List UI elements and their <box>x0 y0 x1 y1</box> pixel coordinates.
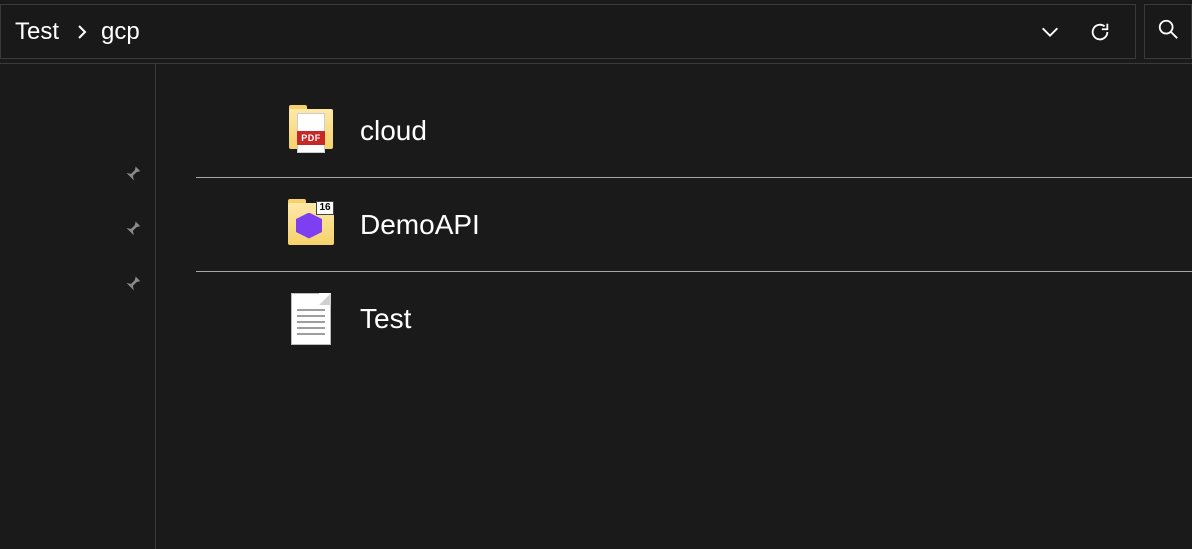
item-name: cloud <box>360 115 427 147</box>
file-list: PDF cloud 16 DemoAPI Test <box>156 64 1192 549</box>
pin-icon[interactable] <box>121 272 143 299</box>
pin-icon[interactable] <box>121 162 143 189</box>
pin-icon[interactable] <box>121 217 143 244</box>
address-bar-controls <box>1025 7 1135 57</box>
list-item[interactable]: Test <box>196 272 1192 366</box>
item-name: DemoAPI <box>360 209 480 241</box>
breadcrumb[interactable]: Test gcp <box>0 4 1136 59</box>
quick-access-gutter <box>0 64 156 549</box>
folder-vs-icon: 16 <box>286 195 336 255</box>
search-icon <box>1157 18 1179 45</box>
chevron-right-icon <box>77 24 87 40</box>
search-box[interactable] <box>1144 4 1192 59</box>
address-bar: Test gcp <box>0 0 1192 64</box>
refresh-button[interactable] <box>1075 7 1125 57</box>
history-dropdown-button[interactable] <box>1025 7 1075 57</box>
list-item[interactable]: 16 DemoAPI <box>196 178 1192 272</box>
breadcrumb-item[interactable]: Test <box>11 18 63 46</box>
folder-pdf-icon: PDF <box>286 101 336 161</box>
item-name: Test <box>360 303 411 335</box>
list-item[interactable]: PDF cloud <box>196 84 1192 178</box>
breadcrumb-item[interactable]: gcp <box>97 18 144 46</box>
text-document-icon <box>286 289 336 349</box>
